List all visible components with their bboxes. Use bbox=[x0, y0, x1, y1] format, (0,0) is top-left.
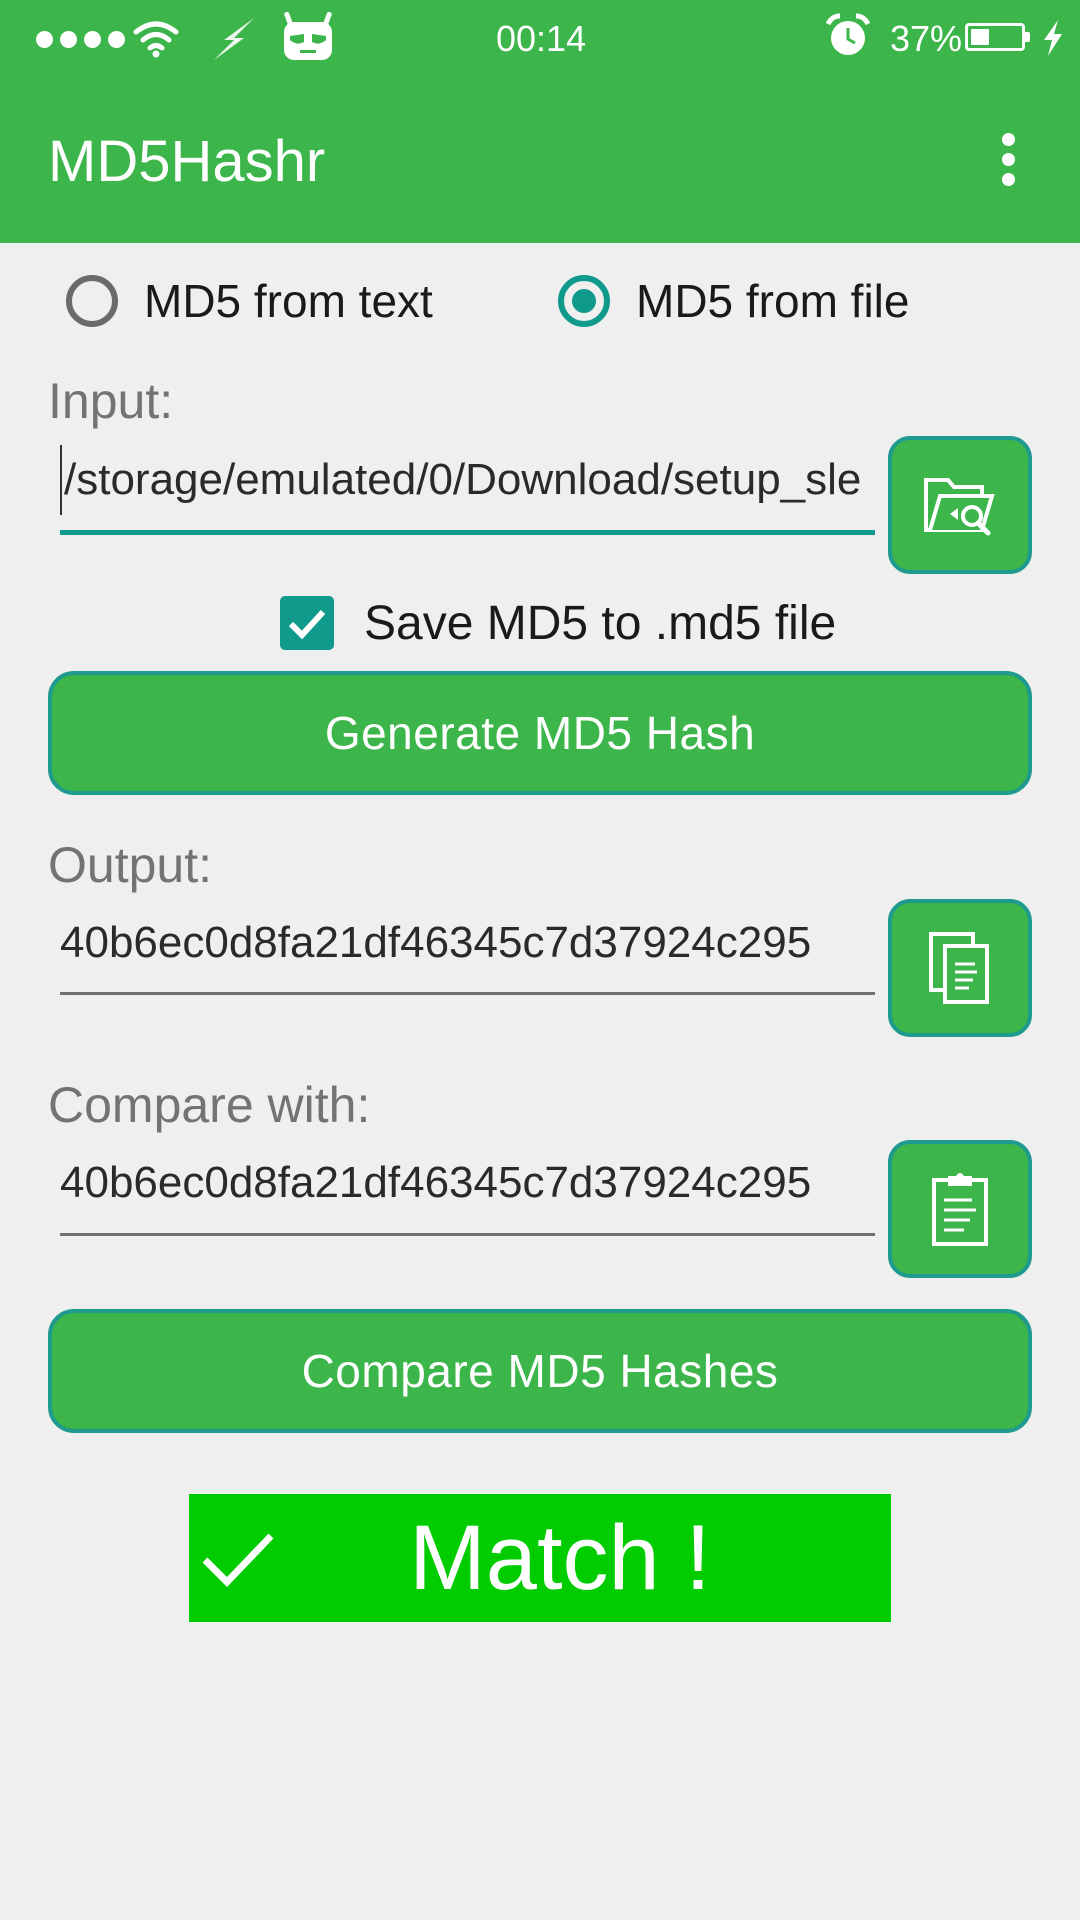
cyanogen-icon bbox=[284, 11, 332, 60]
copy-icon bbox=[929, 932, 989, 1004]
app-title: MD5Hashr bbox=[48, 129, 326, 194]
battery-icon bbox=[965, 23, 1030, 51]
match-result-banner: Match ! bbox=[189, 1494, 891, 1622]
clipboard-icon bbox=[932, 1173, 988, 1246]
compare-field[interactable]: 40b6ec0d8fa21df46345c7d37924c295 bbox=[60, 1148, 875, 1218]
battery-percent: 37% bbox=[890, 18, 963, 59]
app-bar: 00:14 37% MD5Hashr bbox=[0, 0, 1080, 243]
status-time: 00:14 bbox=[496, 18, 587, 59]
charging-icon bbox=[1044, 20, 1062, 56]
output-field[interactable]: 40b6ec0d8fa21df46345c7d37924c295 bbox=[60, 908, 875, 978]
wifi-icon bbox=[133, 21, 179, 58]
input-underline bbox=[60, 530, 875, 535]
save-md5-label: Save MD5 to .md5 file bbox=[364, 596, 837, 650]
status-bar: 00:14 37% bbox=[0, 0, 1080, 80]
input-label: Input: bbox=[48, 373, 174, 429]
compare-hashes-button[interactable]: Compare MD5 Hashes bbox=[48, 1309, 1032, 1433]
save-md5-checkbox[interactable] bbox=[280, 596, 334, 650]
radio-md5-from-text[interactable]: MD5 from text bbox=[66, 268, 433, 334]
copy-output-button[interactable] bbox=[888, 899, 1032, 1037]
radio-label-file: MD5 from file bbox=[636, 275, 910, 327]
generate-hash-button[interactable]: Generate MD5 Hash bbox=[48, 671, 1032, 795]
checkmark-icon bbox=[288, 609, 326, 640]
alarm-icon bbox=[825, 13, 871, 55]
compare-label: Compare with: bbox=[48, 1077, 371, 1133]
folder-search-icon bbox=[924, 478, 995, 536]
radio-circle-text[interactable] bbox=[66, 275, 118, 327]
radio-circle-file[interactable] bbox=[558, 275, 610, 327]
output-underline bbox=[60, 992, 875, 995]
paste-compare-button[interactable] bbox=[888, 1140, 1032, 1278]
overflow-menu-icon[interactable] bbox=[990, 130, 1026, 190]
radio-md5-from-file[interactable]: MD5 from file bbox=[558, 268, 909, 334]
signal-dots-icon bbox=[36, 31, 125, 48]
match-result-text: Match ! bbox=[409, 1507, 711, 1609]
browse-file-button[interactable] bbox=[888, 436, 1032, 574]
output-label: Output: bbox=[48, 837, 212, 893]
compare-underline bbox=[60, 1233, 875, 1236]
lightning-icon bbox=[214, 18, 254, 60]
radio-label-text: MD5 from text bbox=[144, 275, 433, 327]
input-field[interactable]: /storage/emulated/0/Download/setup_sle bbox=[60, 445, 875, 515]
save-md5-option[interactable]: Save MD5 to .md5 file bbox=[280, 594, 836, 652]
